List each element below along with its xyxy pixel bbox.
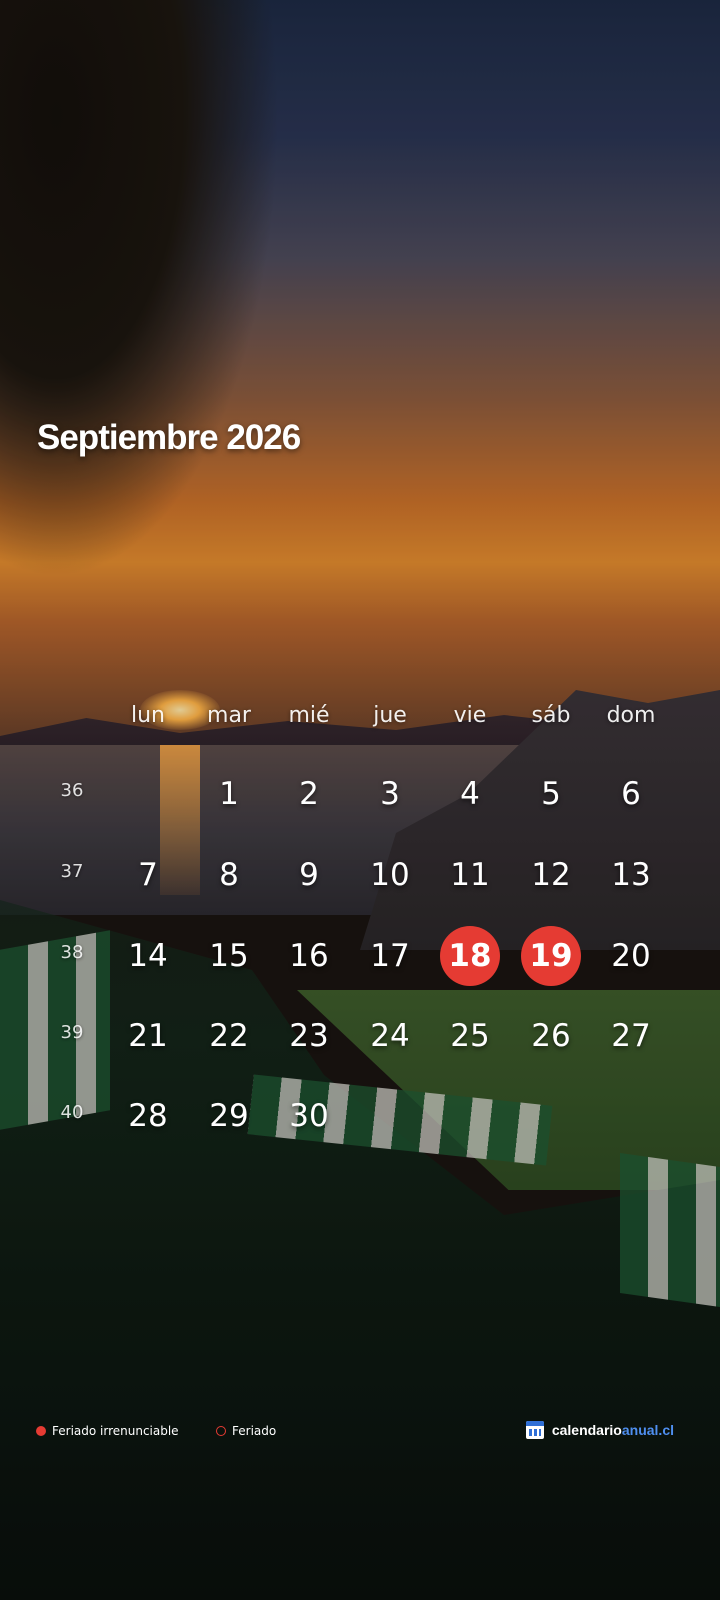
calendar-day[interactable]: 20 xyxy=(601,926,661,986)
weekday-label: mié xyxy=(288,703,330,728)
calendar-day-holiday-irrenunciable[interactable]: 18 xyxy=(440,926,500,986)
calendar-day[interactable]: 9 xyxy=(279,845,339,905)
calendar-week-row: 38 14 15 16 17 18 19 20 xyxy=(0,926,720,986)
week-number: 36 xyxy=(60,780,84,801)
weekday-label: mar xyxy=(207,703,251,728)
calendar-day[interactable]: 10 xyxy=(360,845,420,905)
calendar-day[interactable]: 4 xyxy=(440,764,500,824)
legend-item-feriado: Feriado xyxy=(216,1424,276,1438)
calendar-day[interactable]: 30 xyxy=(279,1086,339,1146)
calendar-day[interactable]: 23 xyxy=(279,1006,339,1066)
calendar-week-row: 40 28 29 30 xyxy=(0,1086,720,1146)
legend-item-irrenunciable: Feriado irrenunciable xyxy=(36,1424,179,1438)
week-number: 40 xyxy=(60,1102,84,1123)
calendar-day[interactable]: 13 xyxy=(601,845,661,905)
calendar-day[interactable]: 17 xyxy=(360,926,420,986)
calendar-day[interactable]: 16 xyxy=(279,926,339,986)
calendar-day[interactable]: 6 xyxy=(601,764,661,824)
calendar-day-holiday-irrenunciable[interactable]: 19 xyxy=(521,926,581,986)
month-title: Septiembre 2026 xyxy=(37,418,301,457)
week-number: 38 xyxy=(60,942,84,963)
calendar-day[interactable]: 1 xyxy=(199,764,259,824)
calendar-day[interactable]: 21 xyxy=(118,1006,178,1066)
weekday-label: jue xyxy=(373,703,407,728)
legend-label: Feriado xyxy=(232,1424,277,1438)
weekday-label: vie xyxy=(453,703,487,728)
brand-name-part2: anual.cl xyxy=(621,1422,674,1438)
brand-name-part1: calendario xyxy=(551,1422,622,1438)
legend-label: Feriado irrenunciable xyxy=(52,1424,179,1438)
calendar-day[interactable]: 7 xyxy=(118,845,178,905)
calendar-day[interactable]: 25 xyxy=(440,1006,500,1066)
calendar-day[interactable]: 8 xyxy=(199,845,259,905)
calendar-day[interactable]: 5 xyxy=(521,764,581,824)
weekday-header: lun mar mié jue vie sáb dom xyxy=(0,703,720,733)
calendar-icon xyxy=(525,1421,544,1439)
red-dot-icon xyxy=(36,1426,46,1436)
red-ring-icon xyxy=(216,1426,226,1436)
week-number: 39 xyxy=(60,1022,84,1043)
brand-logo[interactable]: calendarioanual.cl xyxy=(525,1421,674,1439)
calendar-week-row: 39 21 22 23 24 25 26 27 xyxy=(0,1006,720,1066)
week-number: 37 xyxy=(60,861,84,882)
calendar-day[interactable]: 24 xyxy=(360,1006,420,1066)
calendar-day[interactable]: 28 xyxy=(118,1086,178,1146)
calendar-day[interactable]: 2 xyxy=(279,764,339,824)
calendar-day[interactable]: 15 xyxy=(199,926,259,986)
calendar-day[interactable]: 12 xyxy=(521,845,581,905)
weekday-label: lun xyxy=(131,703,165,728)
calendar-day[interactable]: 27 xyxy=(601,1006,661,1066)
brand-name: calendarioanual.cl xyxy=(552,1422,674,1438)
calendar-day[interactable]: 29 xyxy=(199,1086,259,1146)
weekday-label: sáb xyxy=(531,703,571,728)
calendar-day[interactable]: 11 xyxy=(440,845,500,905)
calendar-day[interactable]: 3 xyxy=(360,764,420,824)
calendar-day[interactable] xyxy=(118,764,178,824)
calendar-day[interactable]: 14 xyxy=(118,926,178,986)
calendar-day[interactable]: 22 xyxy=(199,1006,259,1066)
calendar-week-row: 37 7 8 9 10 11 12 13 xyxy=(0,845,720,905)
calendar-week-row: 36 1 2 3 4 5 6 xyxy=(0,764,720,824)
weekday-label: dom xyxy=(606,703,656,728)
calendar-day[interactable]: 26 xyxy=(521,1006,581,1066)
